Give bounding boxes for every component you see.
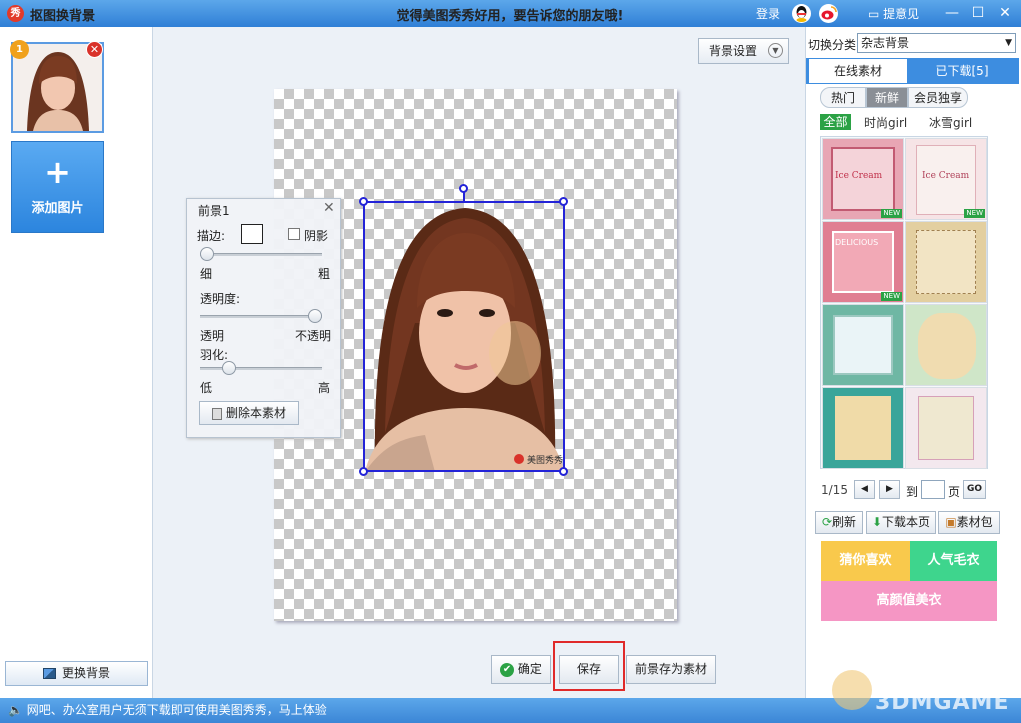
new-badge: NEW <box>881 209 902 218</box>
category-label: 切换分类 <box>808 38 857 52</box>
background-settings-button[interactable]: 背景设置 ▼ <box>698 38 789 64</box>
qq-icon[interactable] <box>792 4 811 23</box>
goto-suffix: 页 <box>948 485 961 499</box>
page-indicator: 1/15 <box>821 483 848 497</box>
app-title: 抠图换背景 <box>30 9 96 24</box>
rotate-handle[interactable] <box>459 184 468 193</box>
stroke-label: 描边: <box>197 229 226 243</box>
opacity-slider[interactable] <box>200 315 322 318</box>
page-number-input[interactable] <box>921 480 945 499</box>
material-thumbnail[interactable] <box>822 387 904 469</box>
category-select[interactable]: 杂志背景 ▼ <box>857 33 1016 53</box>
resize-handle-top-left[interactable] <box>359 197 368 206</box>
stroke-color-swatch[interactable] <box>241 224 263 244</box>
download-page-button[interactable]: ⬇下载本页 <box>866 511 936 534</box>
thin-label: 细 <box>200 267 213 281</box>
stroke-width-slider[interactable] <box>200 253 322 256</box>
close-button[interactable]: ✕ <box>995 4 1015 23</box>
feedback-icon: ▭ <box>868 7 880 21</box>
material-thumbnail[interactable] <box>905 221 987 303</box>
change-background-button[interactable]: 更换背景 <box>5 661 148 686</box>
stroke-width-knob[interactable] <box>200 247 214 261</box>
next-page-button[interactable]: ▶ <box>879 480 900 499</box>
material-grid: Ice Cream NEW Ice Cream NEW DELICIOUS NE… <box>820 136 988 469</box>
plus-icon: + <box>44 153 71 191</box>
login-link[interactable]: 登录 <box>756 5 780 22</box>
panel-title: 前景1 <box>198 204 230 218</box>
corner-watermark: 3DMGAME <box>875 690 1010 715</box>
refresh-icon: ⟳ <box>821 515 833 529</box>
shadow-checkbox[interactable] <box>288 228 300 240</box>
opaque-label: 不透明 <box>295 329 332 343</box>
remove-image-icon[interactable]: ✕ <box>86 41 103 58</box>
corner-mascot-icon <box>832 670 872 710</box>
opacity-knob[interactable] <box>308 309 322 323</box>
selection-box[interactable] <box>363 201 565 472</box>
weibo-icon[interactable] <box>819 4 838 23</box>
add-image-button[interactable]: + 添加图片 <box>11 141 104 233</box>
package-icon: ▣ <box>945 515 957 529</box>
material-thumbnail[interactable]: Ice Cream NEW <box>905 138 987 220</box>
background-icon <box>42 668 56 679</box>
save-foreground-as-material-button[interactable]: 前景存为素材 <box>626 655 716 684</box>
resize-handle-top-right[interactable] <box>559 197 568 206</box>
check-icon: ✔ <box>500 662 515 677</box>
feather-slider[interactable] <box>200 367 322 370</box>
promo-pretty-clothes[interactable]: 高颜值美衣 <box>821 581 997 621</box>
download-icon: ⬇ <box>871 515 883 529</box>
foreground-settings-panel: 前景1 ✕ 描边: 阴影 细 粗 透明度: 透明 不透明 羽化: 低 高 删除本… <box>186 198 341 438</box>
feather-label: 羽化: <box>200 348 229 362</box>
promo-banner: 猜你喜欢 人气毛衣 高颜值美衣 <box>821 541 997 621</box>
filter-all[interactable]: 全部 <box>820 114 851 130</box>
feedback-link[interactable]: ▭ 提意见 <box>868 5 919 22</box>
transparent-label: 透明 <box>200 329 225 343</box>
resize-handle-bottom-left[interactable] <box>359 467 368 476</box>
resize-handle-bottom-right[interactable] <box>559 467 568 476</box>
opacity-label: 透明度: <box>200 292 241 306</box>
high-label: 高 <box>318 381 331 395</box>
panel-close-icon[interactable]: ✕ <box>323 200 335 216</box>
refresh-button[interactable]: ⟳刷新 <box>815 511 863 534</box>
new-badge: NEW <box>964 209 985 218</box>
thick-label: 粗 <box>318 267 331 281</box>
confirm-button[interactable]: ✔ 确定 <box>491 655 551 684</box>
trash-icon <box>211 407 222 420</box>
status-text[interactable]: 网吧、办公室用户无须下载即可使用美图秀秀，马上体验 <box>27 703 327 717</box>
filter-snow-girl[interactable]: 冰雪girl <box>929 114 972 131</box>
promo-popular-sweater[interactable]: 人气毛衣 <box>910 541 997 581</box>
add-image-label: 添加图片 <box>31 201 84 216</box>
tab-online-materials[interactable]: 在线素材 <box>809 59 907 83</box>
image-number-badge: 1 <box>10 40 29 59</box>
filter-fashion-girl[interactable]: 时尚girl <box>864 114 907 131</box>
speaker-icon: 🔈 <box>8 703 23 717</box>
subtab-vip[interactable]: 会员独享 <box>908 87 968 108</box>
prev-page-button[interactable]: ◀ <box>854 480 875 499</box>
subtab-hot[interactable]: 热门 <box>820 87 866 108</box>
save-button[interactable]: 保存 <box>559 655 619 684</box>
low-label: 低 <box>200 381 213 395</box>
title-slogan: 觉得美图秀秀好用，要告诉您的朋友哦! <box>396 9 624 24</box>
tab-downloaded[interactable]: 已下载[5] <box>909 59 1015 83</box>
feather-knob[interactable] <box>221 361 236 375</box>
material-thumbnail[interactable]: DELICIOUS NEW <box>822 221 904 303</box>
app-logo-icon: 秀 <box>7 5 24 22</box>
material-thumbnail[interactable] <box>822 304 904 386</box>
material-thumbnail[interactable] <box>905 304 987 386</box>
goto-prefix: 到 <box>906 485 919 499</box>
minimize-button[interactable]: — <box>942 4 962 23</box>
shadow-label: 阴影 <box>304 229 329 243</box>
material-pack-button[interactable]: ▣素材包 <box>938 511 1000 534</box>
chevron-down-icon: ▼ <box>768 43 783 58</box>
subtab-new[interactable]: 新鲜 <box>866 87 908 108</box>
go-button[interactable]: GO <box>963 480 986 499</box>
delete-material-button[interactable]: 删除本素材 <box>199 401 299 425</box>
material-thumbnail[interactable]: Ice Cream NEW <box>822 138 904 220</box>
chevron-down-icon: ▼ <box>1005 38 1012 48</box>
new-badge: NEW <box>881 292 902 301</box>
maximize-button[interactable]: ☐ <box>968 4 988 23</box>
material-thumbnail[interactable] <box>905 387 987 469</box>
promo-guess-you-like[interactable]: 猜你喜欢 <box>821 541 910 581</box>
